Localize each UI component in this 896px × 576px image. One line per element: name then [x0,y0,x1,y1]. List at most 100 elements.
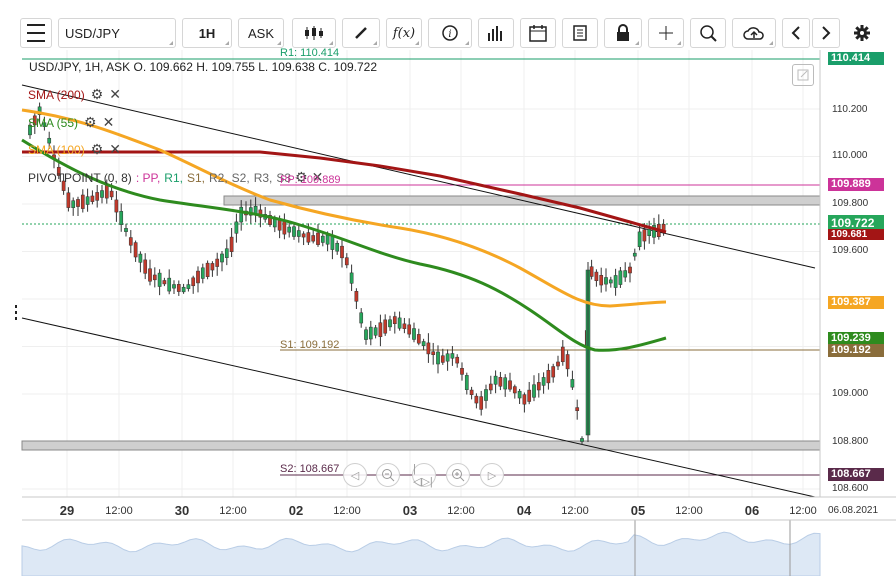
price-tick: 109.800 [832,198,869,209]
candle-body [114,199,119,213]
price-tick: 108.800 [832,436,869,447]
price-tick: 109.600 [832,245,869,256]
time-label: 12:00 [561,505,589,517]
candle-body [416,334,421,344]
nav-forward-button[interactable]: ▷ [480,463,504,487]
candle-body [431,351,436,355]
price-label-s2: 108.667 [828,468,884,481]
candle-body [517,390,522,399]
reset-view-button[interactable]: |◁▷| [412,462,436,488]
price-tick: 108.600 [832,483,869,494]
legend-sma100[interactable]: SMA (100) ⚙ ✕ [28,141,121,158]
gear-icon[interactable]: ⚙ [84,114,97,131]
pivot-r3: R3, [253,170,273,185]
price-label-pp: 109.889 [828,178,884,191]
time-label: 12:00 [333,505,361,517]
candle-body [354,291,359,302]
candle-body [364,329,368,340]
candle-body [407,324,412,335]
drag-handle-icon [15,305,17,320]
candle-body [320,235,325,243]
candle-body [575,407,580,411]
time-label: 02 [288,503,304,518]
close-icon[interactable]: ✕ [109,86,121,103]
zoom-out-button[interactable] [376,463,400,487]
candle-body [599,275,604,286]
candle-body [541,377,546,386]
candle-body [474,395,479,404]
time-label: 30 [174,503,190,518]
sma55-label: SMA (55) [28,115,79,130]
legend-sma200[interactable]: SMA (200) ⚙ ✕ [28,86,121,103]
candle-body [560,346,565,363]
candle-body [143,259,148,274]
candle-body [167,277,172,292]
candle-body [522,394,527,405]
candle-body [66,192,71,208]
expand-button[interactable] [792,64,814,86]
candle-body [80,194,85,209]
candle-body [359,312,364,324]
candle-body [421,341,426,346]
pivot-label: PIVOTPOINT (0, 8) [28,170,132,185]
pivot-s1: S1, [186,170,205,185]
candle-body [580,438,584,442]
candle-body [234,221,239,234]
candle-body [296,230,301,237]
candle-body [594,271,599,281]
candle-body [186,284,191,289]
nav-back-button[interactable]: ◁ [343,463,367,487]
panel-resize-handle[interactable] [14,305,18,321]
gear-icon[interactable]: ⚙ [91,86,104,103]
s1-level-label: S1: 109.192 [280,339,340,351]
candle-body [229,236,234,252]
candle-body [128,237,133,246]
candle-body [104,184,109,199]
price-tick: 109.000 [832,388,869,399]
close-icon[interactable]: ✕ [103,114,115,131]
candle-body [469,389,474,396]
zoom-in-button[interactable] [446,463,470,487]
candle-body [282,220,287,235]
candle-body [148,268,152,282]
candle-body [623,270,628,278]
price-label-s1: 109.192 [828,344,884,357]
candle-body [335,242,340,252]
s2-level-label: S2: 108.667 [280,463,340,475]
time-label-date: 06.08.2021 [827,505,879,516]
candle-body [392,316,397,324]
candle-body [493,375,498,385]
candle-body [152,274,157,281]
triangle-right-icon: ▷ [487,469,497,482]
candle-body [378,322,383,338]
candle-body [210,263,215,271]
candle-body [570,379,575,388]
candle-body [176,284,181,292]
candle-body [455,356,460,364]
time-label: 12:00 [447,505,475,517]
legend-sma55[interactable]: SMA (55) ⚙ ✕ [28,114,114,131]
time-label: 12:00 [789,505,817,517]
time-label: 12:00 [219,505,247,517]
price-chart[interactable] [0,0,896,576]
candle-body [301,233,306,238]
candle-body [287,226,292,233]
candle-body [100,190,104,198]
candle-body [340,245,344,259]
candle-body [532,384,536,398]
gear-icon[interactable]: ⚙ [91,141,104,158]
candle-body [388,319,392,328]
candle-body [181,286,186,293]
expand-icon [797,69,809,81]
sma100-label: SMA (100) [28,142,85,157]
time-label: 03 [402,503,418,518]
close-icon[interactable]: ✕ [109,141,121,158]
candle-body [527,389,532,402]
candle-body [608,279,613,284]
candle-body [604,277,608,285]
reset-view-icon: |◁▷| [413,462,433,488]
time-label: 12:00 [675,505,703,517]
candle-body [71,200,76,208]
candle-body [138,253,143,263]
price-tick: 110.000 [832,150,868,161]
